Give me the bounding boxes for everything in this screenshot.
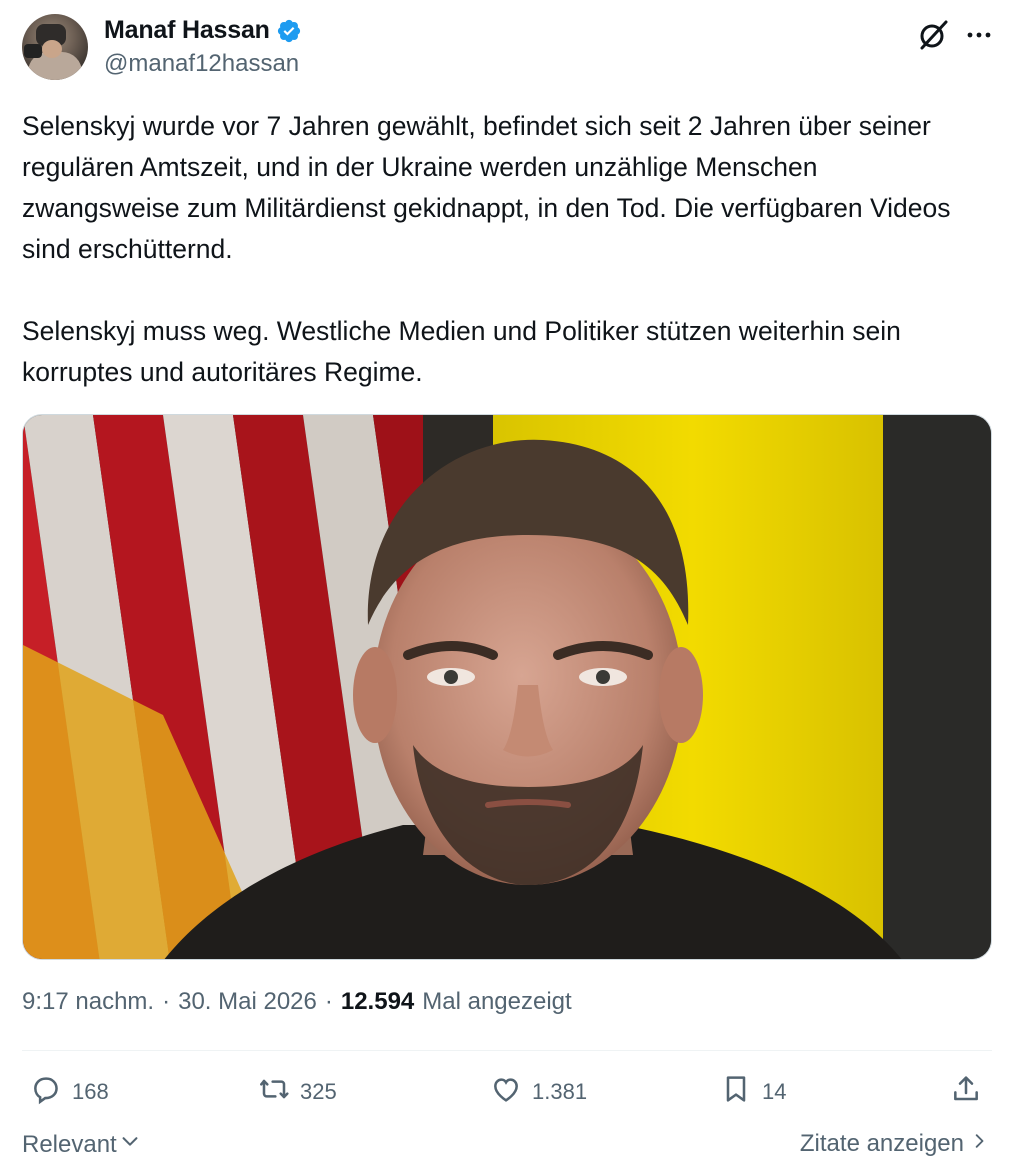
heart-icon (490, 1073, 522, 1111)
share-button[interactable] (950, 1068, 982, 1116)
grok-icon[interactable] (916, 18, 950, 52)
view-quotes-link[interactable]: Zitate anzeigen (800, 1130, 990, 1158)
repost-count: 325 (300, 1079, 337, 1104)
tweet-text: Selenskyj wurde vor 7 Jahren gewählt, be… (22, 106, 982, 393)
tweet-paragraph-1: Selenskyj wurde vor 7 Jahren gewählt, be… (22, 111, 951, 264)
divider (22, 1050, 992, 1051)
author-name-row: Manaf Hassan (104, 16, 302, 45)
sort-replies-button[interactable]: Relevant (22, 1130, 141, 1159)
tweet-photo[interactable] (22, 414, 992, 960)
reply-count: 168 (72, 1079, 109, 1104)
tweet-date[interactable]: 30. Mai 2026 (178, 988, 317, 1016)
tweet-header: Manaf Hassan @manaf12hassan (22, 14, 996, 84)
quotes-label: Zitate anzeigen (799, 1130, 964, 1157)
like-count: 1.381 (532, 1079, 588, 1104)
meta-separator: · (324, 988, 333, 1015)
more-icon[interactable] (962, 18, 996, 52)
author-handle[interactable]: @manaf12hassan (104, 50, 299, 78)
share-icon (950, 1073, 982, 1111)
tweet-meta: 9:17 nachm. · 30. Mai 2026 · 12.594 Mal … (22, 988, 572, 1016)
reply-button[interactable]: 168 (30, 1068, 109, 1116)
tweet-time[interactable]: 9:17 nachm. (22, 988, 154, 1016)
author-avatar[interactable] (22, 14, 88, 80)
verified-badge-icon[interactable] (276, 18, 302, 44)
like-button[interactable]: 1.381 (490, 1068, 587, 1116)
bookmark-button[interactable]: 14 (720, 1068, 786, 1116)
author-display-name[interactable]: Manaf Hassan (104, 16, 270, 45)
chevron-down-icon (119, 1130, 141, 1159)
action-bar: 168 325 1.381 14 (22, 1068, 992, 1116)
views-label: Mal angezeigt (422, 988, 572, 1015)
chevron-right-icon (970, 1130, 990, 1158)
reply-icon (30, 1073, 62, 1111)
repost-button[interactable]: 325 (258, 1068, 337, 1116)
views-count: 12.594 (340, 988, 415, 1015)
bookmark-icon (720, 1073, 752, 1111)
repost-icon (258, 1073, 290, 1111)
sort-label: Relevant (22, 1130, 117, 1158)
bookmark-count: 14 (762, 1079, 787, 1104)
meta-separator: · (162, 988, 171, 1015)
tweet-paragraph-2: Selenskyj muss weg. Westliche Medien und… (22, 316, 901, 387)
